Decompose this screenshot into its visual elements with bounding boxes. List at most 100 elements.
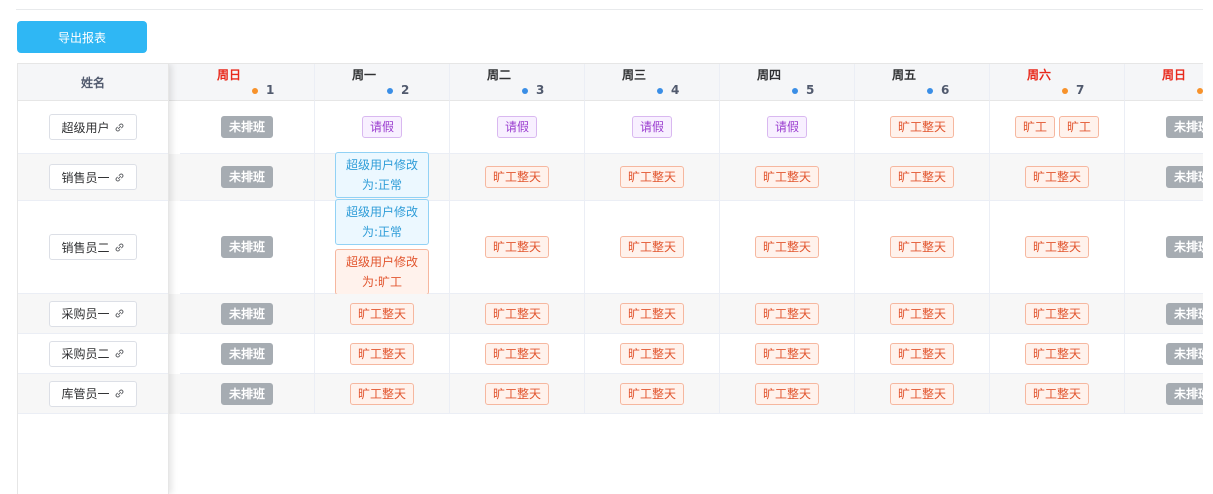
schedule-cell[interactable]: 旷工整天 — [450, 374, 585, 414]
schedule-cell[interactable]: 旷工整天 — [990, 294, 1125, 334]
attendance-status-tag[interactable]: 旷工整天 — [754, 236, 819, 258]
attendance-status-tag[interactable]: 未排班 — [220, 302, 273, 325]
attendance-status-tag[interactable]: 未排班 — [1165, 166, 1203, 188]
schedule-cell[interactable]: 旷工整天 — [990, 374, 1125, 414]
attendance-status-tag[interactable]: 旷工整天 — [889, 342, 954, 365]
attendance-status-tag[interactable]: 旷工整天 — [349, 382, 414, 405]
schedule-cell[interactable]: 旷工整天 — [990, 201, 1125, 294]
attendance-status-tag[interactable]: 旷工整天 — [484, 166, 549, 188]
attendance-status-tag[interactable]: 请假 — [496, 116, 537, 138]
schedule-cell[interactable]: 旷工整天 — [990, 154, 1125, 201]
schedule-cell[interactable]: 请假 — [585, 101, 720, 154]
schedule-cell[interactable]: 旷工整天 — [585, 201, 720, 294]
attendance-status-tag[interactable]: 旷工 — [1014, 116, 1055, 138]
schedule-cell[interactable]: 请假 — [450, 101, 585, 154]
schedule-cell[interactable]: 旷工整天 — [855, 201, 990, 294]
employee-name-tag[interactable]: 库管员一 — [49, 380, 137, 407]
attendance-status-tag[interactable]: 旷工整天 — [889, 236, 954, 258]
schedule-cell[interactable]: 旷工整天 — [450, 201, 585, 294]
schedule-cell[interactable]: 旷工整天 — [315, 294, 450, 334]
schedule-cell[interactable]: 旷工整天 — [585, 294, 720, 334]
schedule-cell[interactable]: 未排班 — [180, 294, 315, 334]
attendance-status-tag[interactable]: 旷工整天 — [889, 382, 954, 405]
employee-name-tag[interactable]: 采购员一 — [49, 300, 137, 327]
attendance-status-tag[interactable]: 旷工整天 — [1024, 302, 1089, 325]
attendance-status-tag[interactable]: 超级用户修改为:正常 — [335, 199, 429, 245]
attendance-status-tag[interactable]: 旷工整天 — [619, 302, 684, 325]
attendance-status-tag[interactable]: 旷工整天 — [889, 116, 954, 138]
schedule-cell[interactable]: 未排班 — [1125, 294, 1203, 334]
attendance-status-tag[interactable]: 旷工整天 — [754, 382, 819, 405]
schedule-cell[interactable]: 旷工整天 — [585, 374, 720, 414]
attendance-status-tag[interactable]: 旷工整天 — [1024, 166, 1089, 188]
schedule-cell[interactable]: 旷工整天 — [855, 374, 990, 414]
employee-name-tag[interactable]: 超级用户 — [49, 114, 137, 140]
schedule-cell[interactable]: 未排班 — [1125, 101, 1203, 154]
employee-name-tag[interactable]: 销售员二 — [49, 234, 137, 260]
attendance-status-tag[interactable]: 未排班 — [220, 116, 273, 138]
attendance-status-tag[interactable]: 超级用户修改为:正常 — [335, 152, 429, 198]
schedule-cell[interactable]: 旷工整天 — [855, 334, 990, 374]
attendance-status-tag[interactable]: 请假 — [766, 116, 807, 138]
schedule-cell[interactable]: 未排班 — [180, 334, 315, 374]
schedule-cell[interactable]: 旷工整天 — [720, 201, 855, 294]
schedule-cell[interactable]: 未排班 — [1125, 154, 1203, 201]
schedule-cell[interactable]: 旷工整天 — [585, 154, 720, 201]
schedule-cell[interactable]: 旷工整天 — [855, 294, 990, 334]
attendance-status-tag[interactable]: 未排班 — [1165, 236, 1203, 258]
schedule-cell[interactable]: 旷工整天 — [315, 334, 450, 374]
attendance-status-tag[interactable]: 旷工整天 — [754, 166, 819, 188]
schedule-cell[interactable]: 未排班 — [180, 374, 315, 414]
schedule-cell[interactable]: 超级用户修改为:正常 超级用户修改为:旷工 — [315, 199, 450, 295]
attendance-status-tag[interactable]: 旷工整天 — [619, 382, 684, 405]
attendance-status-tag[interactable]: 旷工整天 — [889, 302, 954, 325]
attendance-status-tag[interactable]: 旷工整天 — [619, 236, 684, 258]
schedule-cell[interactable]: 旷工整天 — [585, 334, 720, 374]
schedule-cell[interactable]: 未排班 — [180, 101, 315, 154]
attendance-status-tag[interactable]: 旷工整天 — [349, 342, 414, 365]
attendance-status-tag[interactable]: 旷工整天 — [484, 302, 549, 325]
schedule-cell[interactable]: 未排班 — [1125, 374, 1203, 414]
schedule-cell[interactable]: 旷工 旷工 — [990, 101, 1125, 154]
schedule-cell[interactable]: 未排班 — [1125, 201, 1203, 294]
schedule-cell[interactable]: 未排班 — [1125, 334, 1203, 374]
schedule-cell[interactable]: 请假 — [315, 101, 450, 154]
attendance-status-tag[interactable]: 未排班 — [220, 382, 273, 405]
schedule-cell[interactable]: 旷工整天 — [720, 154, 855, 201]
attendance-status-tag[interactable]: 未排班 — [1165, 116, 1203, 138]
attendance-status-tag[interactable]: 未排班 — [220, 236, 273, 258]
schedule-cell[interactable]: 旷工整天 — [315, 374, 450, 414]
schedule-cell[interactable]: 超级用户修改为:正常 — [315, 152, 450, 201]
schedule-cell[interactable]: 请假 — [720, 101, 855, 154]
attendance-status-tag[interactable]: 超级用户修改为:旷工 — [335, 249, 429, 295]
schedule-cell[interactable]: 旷工整天 — [990, 334, 1125, 374]
schedule-cell[interactable]: 旷工整天 — [450, 294, 585, 334]
attendance-status-tag[interactable]: 旷工 — [1059, 116, 1100, 138]
schedule-cell[interactable]: 旷工整天 — [720, 334, 855, 374]
employee-name-tag[interactable]: 销售员一 — [49, 164, 137, 190]
schedule-cell[interactable]: 旷工整天 — [855, 154, 990, 201]
schedule-cell[interactable]: 旷工整天 — [450, 154, 585, 201]
attendance-status-tag[interactable]: 旷工整天 — [484, 382, 549, 405]
attendance-status-tag[interactable]: 未排班 — [220, 166, 273, 188]
schedule-cell[interactable]: 旷工整天 — [450, 334, 585, 374]
attendance-status-tag[interactable]: 旷工整天 — [619, 342, 684, 365]
attendance-status-tag[interactable]: 未排班 — [220, 342, 273, 365]
attendance-status-tag[interactable]: 旷工整天 — [1024, 236, 1089, 258]
schedule-cell[interactable]: 旷工整天 — [720, 374, 855, 414]
export-report-button[interactable]: 导出报表 — [17, 21, 147, 53]
attendance-status-tag[interactable]: 旷工整天 — [484, 342, 549, 365]
attendance-status-tag[interactable]: 请假 — [631, 116, 672, 138]
attendance-status-tag[interactable]: 旷工整天 — [889, 166, 954, 188]
schedule-cell[interactable]: 未排班 — [180, 154, 315, 201]
attendance-status-tag[interactable]: 未排班 — [1165, 382, 1203, 405]
attendance-status-tag[interactable]: 旷工整天 — [484, 236, 549, 258]
attendance-status-tag[interactable]: 旷工整天 — [619, 166, 684, 188]
attendance-status-tag[interactable]: 旷工整天 — [754, 342, 819, 365]
schedule-cell[interactable]: 旷工整天 — [720, 294, 855, 334]
attendance-status-tag[interactable]: 未排班 — [1165, 302, 1203, 325]
attendance-status-tag[interactable]: 请假 — [361, 116, 402, 138]
schedule-cell[interactable]: 未排班 — [180, 201, 315, 294]
employee-name-tag[interactable]: 采购员二 — [49, 340, 137, 367]
attendance-status-tag[interactable]: 旷工整天 — [349, 302, 414, 325]
